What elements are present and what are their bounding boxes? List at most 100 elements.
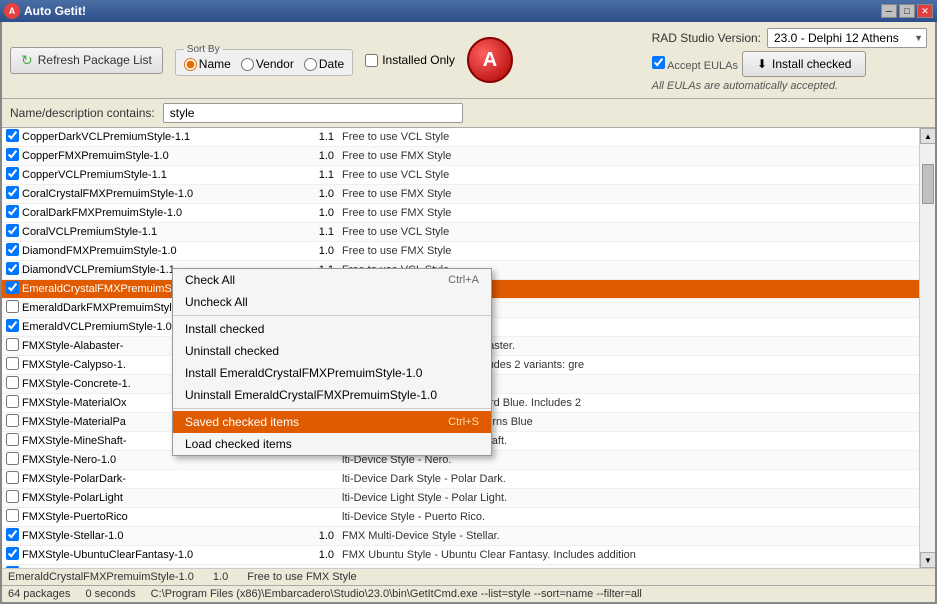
table-row[interactable]: FMXStyle-PuertoRico lti-Device Style - P… xyxy=(2,508,919,527)
pkg-checkbox-cell[interactable] xyxy=(6,357,22,373)
installed-only-option[interactable]: Installed Only xyxy=(365,53,455,67)
table-row[interactable]: FMXStyle-PolarLight lti-Device Light Sty… xyxy=(2,489,919,508)
context-menu-item[interactable]: Uncheck All xyxy=(173,291,491,313)
sort-vendor-radio[interactable] xyxy=(241,58,254,71)
pkg-checkbox[interactable] xyxy=(6,509,19,522)
accept-eulas-label[interactable]: Accept EULAs xyxy=(652,56,738,72)
pkg-name: CoralVCLPremiumStyle-1.1 xyxy=(22,226,282,238)
pkg-checkbox-cell[interactable] xyxy=(6,376,22,392)
refresh-button[interactable]: ↻ Refresh Package List xyxy=(10,47,163,74)
pkg-checkbox-cell[interactable] xyxy=(6,528,22,544)
pkg-checkbox-cell[interactable] xyxy=(6,490,22,506)
minimize-button[interactable]: ─ xyxy=(881,4,897,18)
pkg-desc: lti-Device Dark Style - Polar Dark. xyxy=(342,473,506,485)
pkg-checkbox-cell[interactable] xyxy=(6,433,22,449)
install-icon: ⬇ xyxy=(757,57,767,71)
pkg-checkbox[interactable] xyxy=(6,281,19,294)
context-menu-item[interactable]: Check AllCtrl+A xyxy=(173,269,491,291)
context-menu-item[interactable]: Saved checked itemsCtrl+S xyxy=(173,411,491,433)
context-menu-item[interactable]: Load checked items xyxy=(173,433,491,455)
context-menu-item[interactable]: Install checked xyxy=(173,318,491,340)
selected-pkg-version: 1.0 xyxy=(213,571,228,583)
pkg-checkbox[interactable] xyxy=(6,395,19,408)
pkg-checkbox-cell[interactable] xyxy=(6,281,22,297)
table-row[interactable]: FMXStyle-WedgewoodLight-1.0 1.0 FMX Mult… xyxy=(2,565,919,568)
pkg-checkbox-cell[interactable] xyxy=(6,319,22,335)
pkg-checkbox[interactable] xyxy=(6,490,19,503)
pkg-checkbox[interactable] xyxy=(6,414,19,427)
pkg-checkbox-cell[interactable] xyxy=(6,414,22,430)
pkg-checkbox[interactable] xyxy=(6,167,19,180)
pkg-checkbox-cell[interactable] xyxy=(6,452,22,468)
context-menu-item[interactable]: Install EmeraldCrystalFMXPremuimStyle-1.… xyxy=(173,362,491,384)
scrollbar-track[interactable] xyxy=(920,144,935,552)
scroll-down-button[interactable]: ▼ xyxy=(920,552,935,568)
pkg-checkbox[interactable] xyxy=(6,319,19,332)
pkg-checkbox[interactable] xyxy=(6,452,19,465)
scroll-up-button[interactable]: ▲ xyxy=(920,128,935,144)
search-input[interactable] xyxy=(163,103,463,123)
maximize-button[interactable]: □ xyxy=(899,4,915,18)
pkg-checkbox-cell[interactable] xyxy=(6,243,22,259)
pkg-checkbox[interactable] xyxy=(6,433,19,446)
pkg-checkbox[interactable] xyxy=(6,300,19,313)
table-row[interactable]: CoralDarkFMXPremuimStyle-1.0 1.0 Free to… xyxy=(2,204,919,223)
context-menu-item[interactable]: Uninstall EmeraldCrystalFMXPremuimStyle-… xyxy=(173,384,491,406)
pkg-checkbox-cell[interactable] xyxy=(6,262,22,278)
pkg-checkbox[interactable] xyxy=(6,205,19,218)
pkg-checkbox[interactable] xyxy=(6,262,19,275)
table-row[interactable]: FMXStyle-PolarDark- lti-Device Dark Styl… xyxy=(2,470,919,489)
pkg-checkbox-cell[interactable] xyxy=(6,129,22,145)
pkg-checkbox[interactable] xyxy=(6,471,19,484)
table-row[interactable]: CoralVCLPremiumStyle-1.1 1.1 Free to use… xyxy=(2,223,919,242)
pkg-checkbox-cell[interactable] xyxy=(6,205,22,221)
context-menu-item-label: Load checked items xyxy=(185,437,292,451)
pkg-checkbox[interactable] xyxy=(6,129,19,142)
pkg-name: DiamondFMXPremuimStyle-1.0 xyxy=(22,245,282,257)
pkg-checkbox[interactable] xyxy=(6,376,19,389)
sort-name-radio[interactable] xyxy=(184,58,197,71)
table-row[interactable]: CopperFMXPremuimStyle-1.0 1.0 Free to us… xyxy=(2,147,919,166)
pkg-checkbox-cell[interactable] xyxy=(6,566,22,568)
pkg-name: FMXStyle-UbuntuClearFantasy-1.0 xyxy=(22,549,282,561)
pkg-checkbox-cell[interactable] xyxy=(6,395,22,411)
pkg-checkbox[interactable] xyxy=(6,338,19,351)
accept-eulas-checkbox[interactable] xyxy=(652,56,665,69)
table-row[interactable]: CoralCrystalFMXPremuimStyle-1.0 1.0 Free… xyxy=(2,185,919,204)
pkg-checkbox-cell[interactable] xyxy=(6,300,22,316)
pkg-checkbox[interactable] xyxy=(6,566,19,568)
pkg-checkbox-cell[interactable] xyxy=(6,509,22,525)
installed-only-checkbox[interactable] xyxy=(365,54,378,67)
pkg-checkbox[interactable] xyxy=(6,148,19,161)
pkg-checkbox[interactable] xyxy=(6,528,19,541)
pkg-checkbox[interactable] xyxy=(6,357,19,370)
pkg-checkbox-cell[interactable] xyxy=(6,338,22,354)
pkg-checkbox[interactable] xyxy=(6,224,19,237)
table-row[interactable]: FMXStyle-UbuntuClearFantasy-1.0 1.0 FMX … xyxy=(2,546,919,565)
pkg-checkbox-cell[interactable] xyxy=(6,186,22,202)
pkg-name: FMXStyle-Stellar-1.0 xyxy=(22,530,282,542)
rad-studio-version-select[interactable]: 23.0 - Delphi 12 Athens xyxy=(767,28,927,48)
scrollbar-thumb[interactable] xyxy=(922,164,934,204)
selected-pkg-name: EmeraldCrystalFMXPremuimStyle-1.0 xyxy=(8,571,194,583)
table-row[interactable]: CopperDarkVCLPremiumStyle-1.1 1.1 Free t… xyxy=(2,128,919,147)
table-row[interactable]: DiamondFMXPremuimStyle-1.0 1.0 Free to u… xyxy=(2,242,919,261)
pkg-checkbox-cell[interactable] xyxy=(6,224,22,240)
pkg-checkbox-cell[interactable] xyxy=(6,148,22,164)
sort-name-option[interactable]: Name xyxy=(184,57,231,71)
pkg-checkbox-cell[interactable] xyxy=(6,167,22,183)
pkg-checkbox[interactable] xyxy=(6,186,19,199)
sort-date-radio[interactable] xyxy=(304,58,317,71)
close-button[interactable]: ✕ xyxy=(917,4,933,18)
pkg-checkbox-cell[interactable] xyxy=(6,547,22,563)
pkg-checkbox[interactable] xyxy=(6,243,19,256)
install-checked-button[interactable]: ⬇ Install checked xyxy=(742,51,866,77)
scrollbar[interactable]: ▲ ▼ xyxy=(919,128,935,568)
pkg-checkbox[interactable] xyxy=(6,547,19,560)
table-row[interactable]: FMXStyle-Stellar-1.0 1.0 FMX Multi-Devic… xyxy=(2,527,919,546)
table-row[interactable]: CopperVCLPremiumStyle-1.1 1.1 Free to us… xyxy=(2,166,919,185)
sort-vendor-option[interactable]: Vendor xyxy=(241,57,294,71)
sort-date-option[interactable]: Date xyxy=(304,57,344,71)
context-menu-item[interactable]: Uninstall checked xyxy=(173,340,491,362)
pkg-checkbox-cell[interactable] xyxy=(6,471,22,487)
